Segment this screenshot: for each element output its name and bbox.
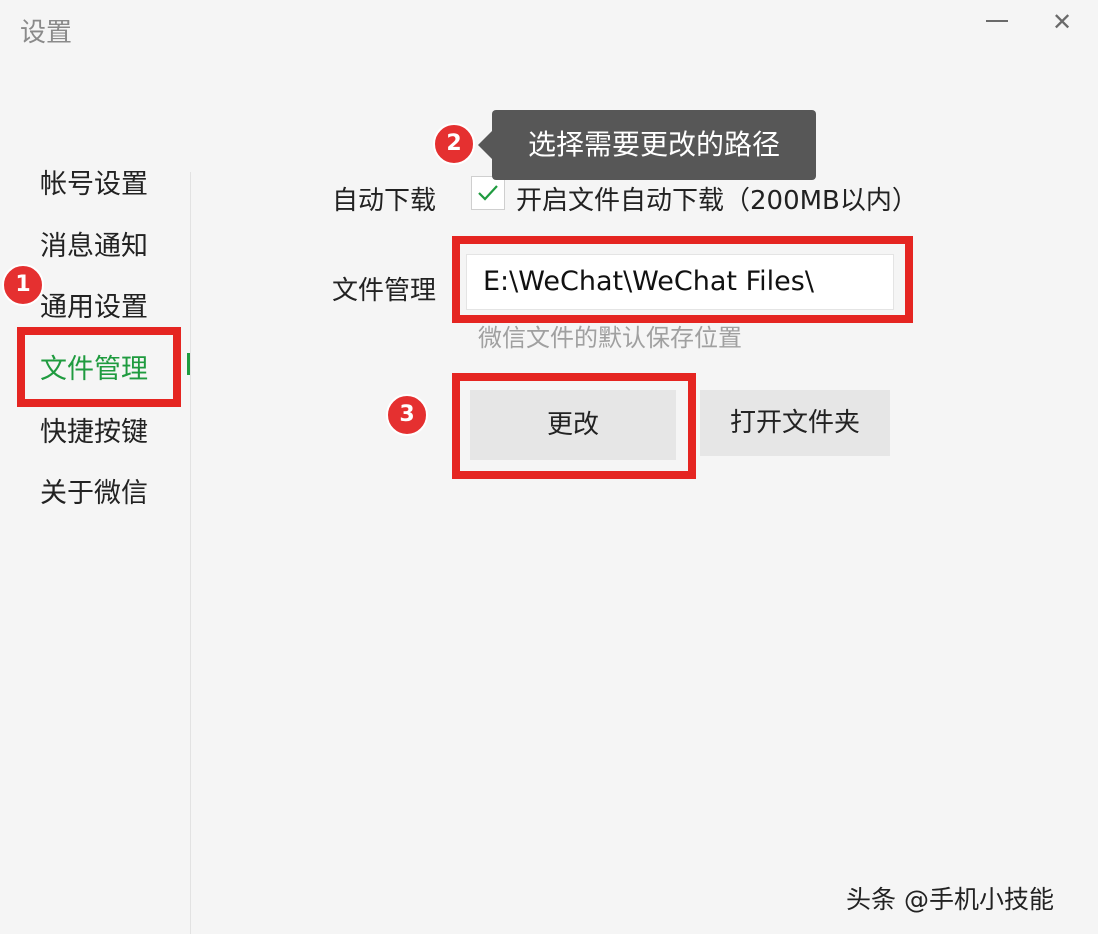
highlight-box-sidebar — [17, 327, 181, 407]
sidebar-item-message-notifications[interactable]: 消息通知 — [40, 224, 148, 263]
sidebar-divider — [190, 172, 191, 934]
auto-download-checkbox[interactable] — [471, 176, 505, 210]
file-management-label: 文件管理 — [332, 276, 437, 306]
tooltip: 选择需要更改的路径 — [492, 110, 816, 180]
highlight-box-path — [452, 236, 913, 323]
step-badge-1: 1 — [2, 264, 44, 306]
close-icon[interactable]: ✕ — [1052, 6, 1072, 38]
step-badge-3: 3 — [386, 394, 428, 436]
tooltip-arrow — [478, 131, 492, 159]
minimize-icon[interactable] — [986, 20, 1008, 22]
sidebar-item-shortcuts[interactable]: 快捷按键 — [40, 410, 148, 449]
sidebar-item-account-settings[interactable]: 帐号设置 — [40, 162, 148, 201]
auto-download-label: 自动下载 — [332, 186, 437, 216]
watermark: 头条 @手机小技能 — [846, 885, 1054, 914]
sidebar-item-general-settings[interactable]: 通用设置 — [40, 285, 148, 324]
auto-download-checkbox-label[interactable]: 开启文件自动下载（200MB以内） — [516, 180, 918, 217]
file-path-hint: 微信文件的默认保存位置 — [478, 324, 742, 352]
open-folder-button[interactable]: 打开文件夹 — [700, 390, 890, 456]
sidebar-item-about-wechat[interactable]: 关于微信 — [40, 471, 148, 510]
window-title: 设置 — [20, 18, 73, 48]
check-icon — [478, 185, 498, 201]
step-badge-2: 2 — [433, 123, 475, 165]
highlight-box-change-button — [452, 373, 696, 479]
